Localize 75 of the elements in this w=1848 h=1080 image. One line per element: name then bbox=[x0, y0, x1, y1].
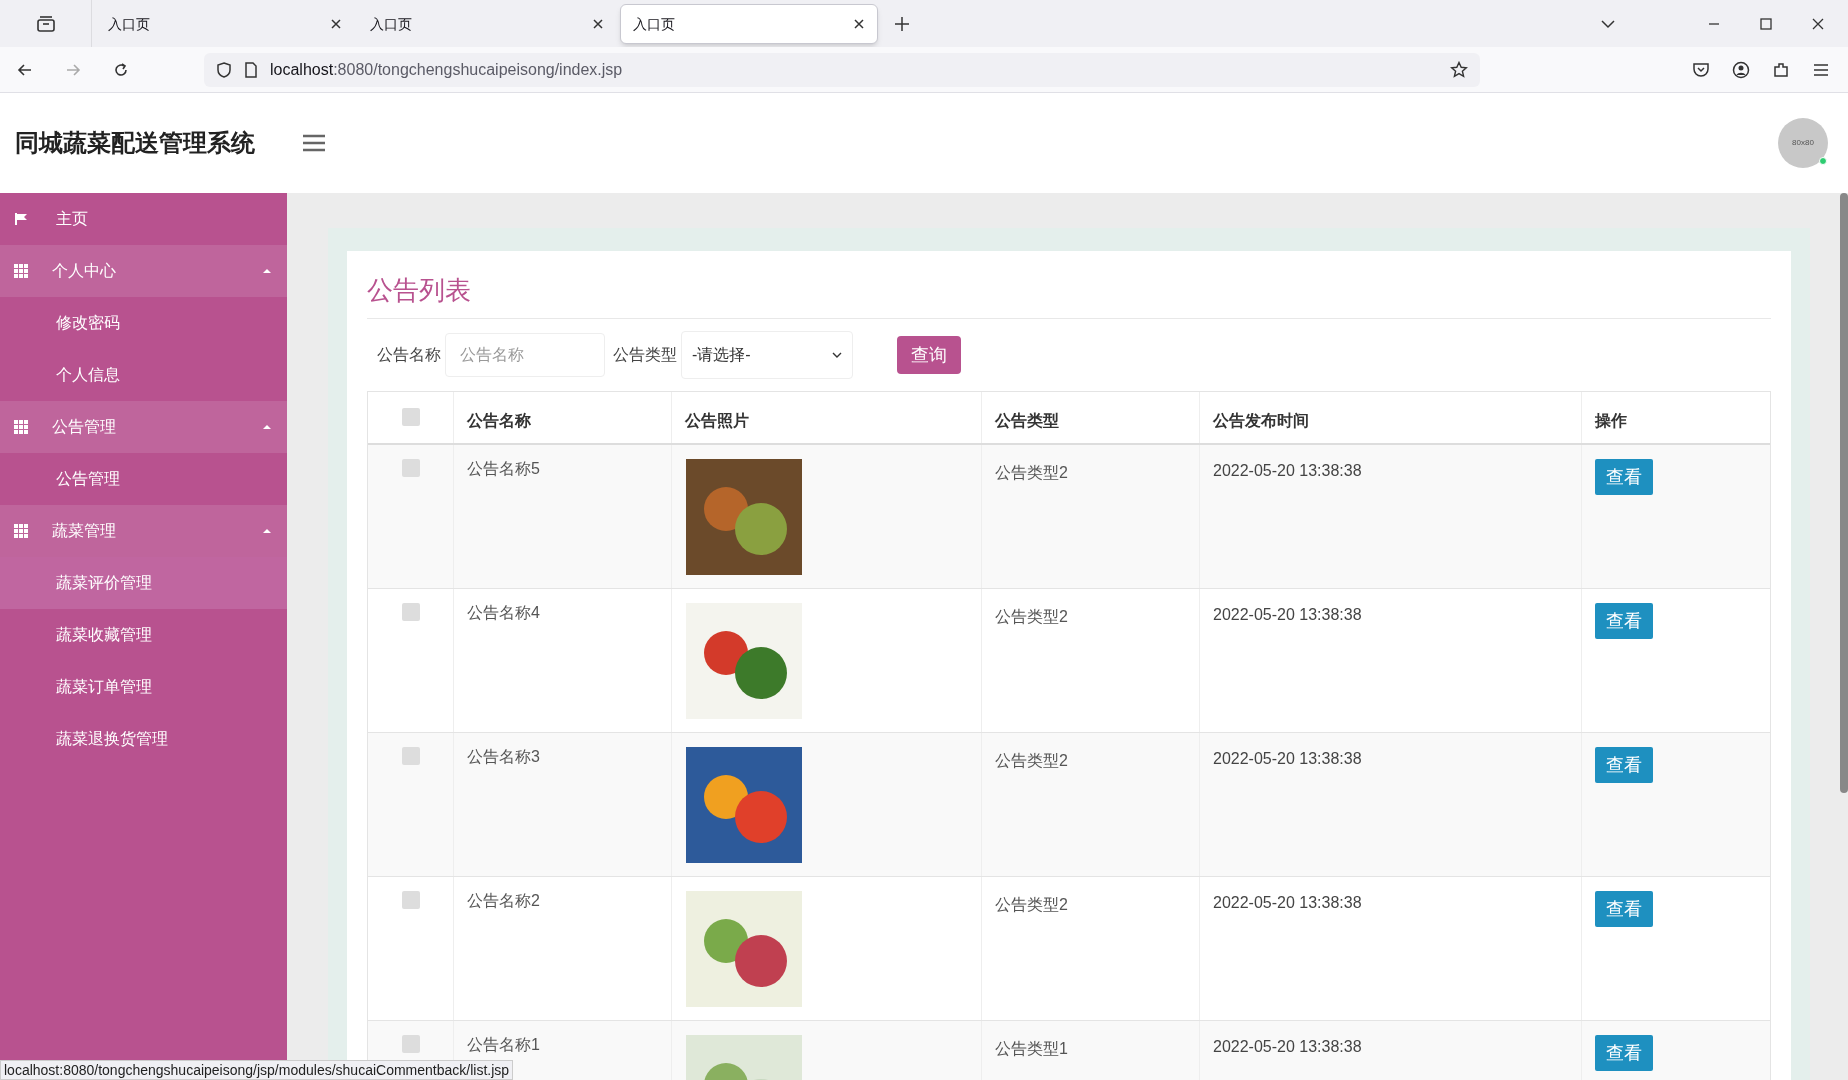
search-button[interactable]: 查询 bbox=[897, 336, 961, 374]
grid-icon bbox=[14, 420, 28, 434]
avatar[interactable]: 80x80 bbox=[1778, 118, 1828, 168]
column-header: 公告照片 bbox=[685, 410, 749, 431]
table-cell: 公告名称5 bbox=[467, 460, 540, 477]
sidebar-subitem[interactable]: 蔬菜退换货管理 bbox=[0, 713, 287, 765]
checkbox[interactable] bbox=[401, 747, 420, 765]
shield-icon bbox=[216, 60, 232, 79]
close-icon[interactable] bbox=[592, 18, 604, 30]
grid-icon bbox=[14, 524, 28, 538]
table-cell: 2022-05-20 13:38:38 bbox=[1213, 894, 1362, 911]
table-cell: 2022-05-20 13:38:38 bbox=[1213, 1038, 1362, 1055]
sidebar-subitem[interactable]: 蔬菜订单管理 bbox=[0, 661, 287, 713]
name-input[interactable]: 公告名称 bbox=[445, 333, 605, 377]
column-header: 操作 bbox=[1595, 410, 1627, 431]
sidebar-subitem[interactable]: 公告管理 bbox=[0, 453, 287, 505]
address-bar[interactable]: localhost:8080/tongchengshucaipeisong/index.jsp bbox=[204, 52, 1480, 87]
column-header: 公告类型 bbox=[995, 410, 1059, 431]
table-cell: 公告名称2 bbox=[467, 892, 540, 909]
column-header: 公告名称 bbox=[467, 410, 531, 431]
tab-list-icon[interactable] bbox=[35, 14, 56, 33]
account-icon[interactable] bbox=[1732, 60, 1750, 79]
new-tab-icon[interactable] bbox=[894, 16, 910, 32]
view-button[interactable]: 查看 bbox=[1595, 891, 1653, 927]
table-cell: 公告类型1 bbox=[995, 1040, 1068, 1057]
maximize-icon[interactable] bbox=[1758, 15, 1774, 32]
filter-label: 公告类型 bbox=[613, 345, 677, 365]
star-icon[interactable] bbox=[1450, 60, 1468, 79]
table-cell: 2022-05-20 13:38:38 bbox=[1213, 606, 1362, 623]
table-cell: 公告名称3 bbox=[467, 748, 540, 765]
reload-icon[interactable] bbox=[112, 60, 130, 79]
table-cell: 公告名称4 bbox=[467, 604, 540, 621]
type-select[interactable]: -请选择- bbox=[681, 331, 853, 379]
scrollbar[interactable] bbox=[1840, 193, 1848, 793]
sidebar-subitem[interactable]: 蔬菜收藏管理 bbox=[0, 609, 287, 661]
sidebar-subitem[interactable]: 蔬菜评价管理 bbox=[0, 557, 287, 609]
table-cell: 公告名称1 bbox=[467, 1036, 540, 1053]
table-cell: 2022-05-20 13:38:38 bbox=[1213, 462, 1362, 479]
sidebar-item[interactable]: 主页 bbox=[0, 193, 287, 245]
view-button[interactable]: 查看 bbox=[1595, 603, 1653, 639]
close-icon[interactable] bbox=[330, 18, 342, 30]
sidebar-subitem[interactable]: 个人信息 bbox=[0, 349, 287, 401]
table-cell: 公告类型2 bbox=[995, 464, 1068, 481]
sidebar-item[interactable]: 公告管理 bbox=[0, 401, 287, 453]
checkbox[interactable] bbox=[401, 1035, 420, 1053]
view-button[interactable]: 查看 bbox=[1595, 459, 1653, 495]
checkbox[interactable] bbox=[401, 408, 420, 426]
checkbox[interactable] bbox=[401, 603, 420, 621]
flag-icon bbox=[14, 212, 28, 226]
table-cell: 2022-05-20 13:38:38 bbox=[1213, 750, 1362, 767]
filter-label: 公告名称 bbox=[377, 345, 441, 365]
table-cell: 公告类型2 bbox=[995, 752, 1068, 769]
table-cell: 公告类型2 bbox=[995, 608, 1068, 625]
grid-icon bbox=[14, 264, 28, 278]
checkbox[interactable] bbox=[401, 891, 420, 909]
app-title: 同城蔬菜配送管理系统 bbox=[15, 128, 256, 158]
status-url: localhost:8080/tongchengshucaipeisong/jsp/modules/shucaiCommentback/list.jsp bbox=[0, 1060, 514, 1080]
view-button[interactable]: 查看 bbox=[1595, 747, 1653, 783]
extensions-icon[interactable] bbox=[1772, 60, 1790, 79]
browser-tab[interactable]: 入口页 bbox=[358, 4, 616, 44]
panel-title: 公告列表 bbox=[367, 271, 1771, 319]
view-button[interactable]: 查看 bbox=[1595, 1035, 1653, 1071]
browser-tab[interactable]: 入口页 bbox=[96, 4, 354, 44]
sidebar-item[interactable]: 蔬菜管理 bbox=[0, 505, 287, 557]
browser-tab[interactable]: 入口页 bbox=[620, 4, 878, 44]
column-header: 公告发布时间 bbox=[1213, 410, 1309, 431]
pocket-icon[interactable] bbox=[1692, 60, 1710, 79]
menu-icon[interactable] bbox=[303, 134, 325, 152]
page-icon bbox=[244, 60, 258, 79]
checkbox[interactable] bbox=[401, 459, 420, 477]
sidebar-item[interactable]: 个人中心 bbox=[0, 245, 287, 297]
close-icon[interactable] bbox=[853, 18, 865, 30]
sidebar-subitem[interactable]: 修改密码 bbox=[0, 297, 287, 349]
chevron-down-icon bbox=[832, 352, 842, 358]
table-cell: 公告类型2 bbox=[995, 896, 1068, 913]
